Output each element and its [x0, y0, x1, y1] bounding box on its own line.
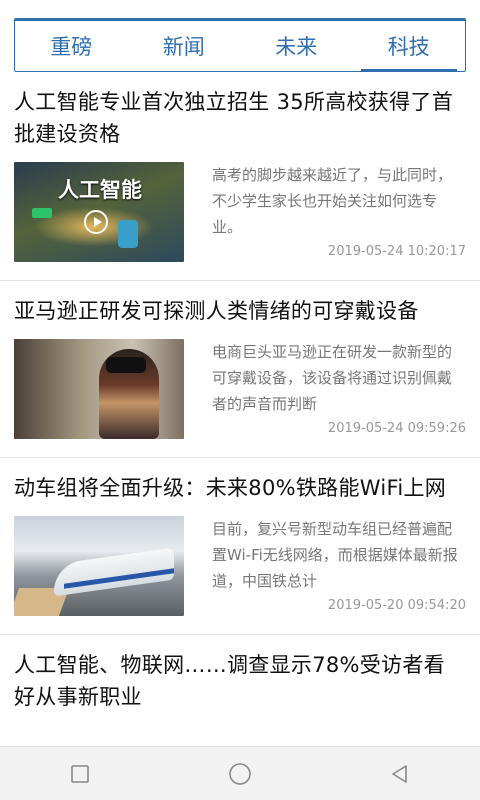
home-icon	[229, 762, 251, 785]
thumbnail-caption: 人工智能	[58, 178, 142, 202]
article-item[interactable]: 动车组将全面升级：未来80%铁路能WiFi上网 目前，复兴号新型动车组已经普遍配…	[0, 458, 480, 635]
category-tabbar: 重磅 新闻 未来 科技	[14, 18, 466, 72]
article-summary: 高考的脚步越来越近了，与此同时，不少学生家长也开始关注如何选专业。	[212, 166, 453, 236]
article-time: 2019-05-24 10:20:17	[327, 244, 466, 259]
article-thumbnail[interactable]: 人工智能	[14, 162, 184, 262]
article-summary: 目前，复兴号新型动车组已经普遍配置Wi-Fi无线网络，而根据媒体最新报道，中国铁…	[212, 520, 458, 590]
article-thumbnail[interactable]	[14, 339, 184, 439]
tab-keji[interactable]: 科技	[353, 21, 466, 71]
article-title[interactable]: 人工智能专业首次独立招生 35所高校获得了首批建设资格	[14, 72, 466, 150]
recent-apps-button[interactable]	[50, 747, 110, 800]
back-button[interactable]	[370, 747, 430, 800]
article-title[interactable]: 亚马逊正研发可探测人类情绪的可穿戴设备	[14, 281, 466, 327]
play-icon[interactable]	[84, 210, 108, 234]
article-item[interactable]: 人工智能专业首次独立招生 35所高校获得了首批建设资格 人工智能 高考的脚步越来…	[0, 72, 480, 281]
home-button[interactable]	[210, 747, 270, 800]
robot-icon	[32, 208, 52, 218]
article-title[interactable]: 动车组将全面升级：未来80%铁路能WiFi上网	[14, 458, 466, 504]
system-navbar	[0, 746, 480, 800]
article-thumbnail[interactable]	[14, 516, 184, 616]
tab-weilai[interactable]: 未来	[240, 21, 353, 71]
back-icon	[392, 764, 407, 783]
robot-icon	[118, 220, 138, 248]
article-time: 2019-05-24 09:59:26	[327, 421, 466, 436]
tab-zhongbang[interactable]: 重磅	[15, 21, 128, 71]
article-feed[interactable]: 人工智能专业首次独立招生 35所高校获得了首批建设资格 人工智能 高考的脚步越来…	[0, 72, 480, 746]
article-title[interactable]: 人工智能、物联网……调查显示78%受访者看好从事新职业	[14, 635, 466, 713]
article-summary: 电商巨头亚马逊正在研发一款新型的可穿戴设备，该设备将通过识别佩戴者的声音而判断	[212, 343, 453, 413]
article-item[interactable]: 亚马逊正研发可探测人类情绪的可穿戴设备 电商巨头亚马逊正在研发一款新型的可穿戴设…	[0, 281, 480, 458]
tab-xinwen[interactable]: 新闻	[128, 21, 241, 71]
recent-apps-icon	[71, 764, 89, 783]
vr-headset-icon	[106, 357, 146, 373]
article-time: 2019-05-20 09:54:20	[327, 598, 466, 613]
article-item[interactable]: 人工智能、物联网……调查显示78%受访者看好从事新职业	[0, 635, 480, 713]
